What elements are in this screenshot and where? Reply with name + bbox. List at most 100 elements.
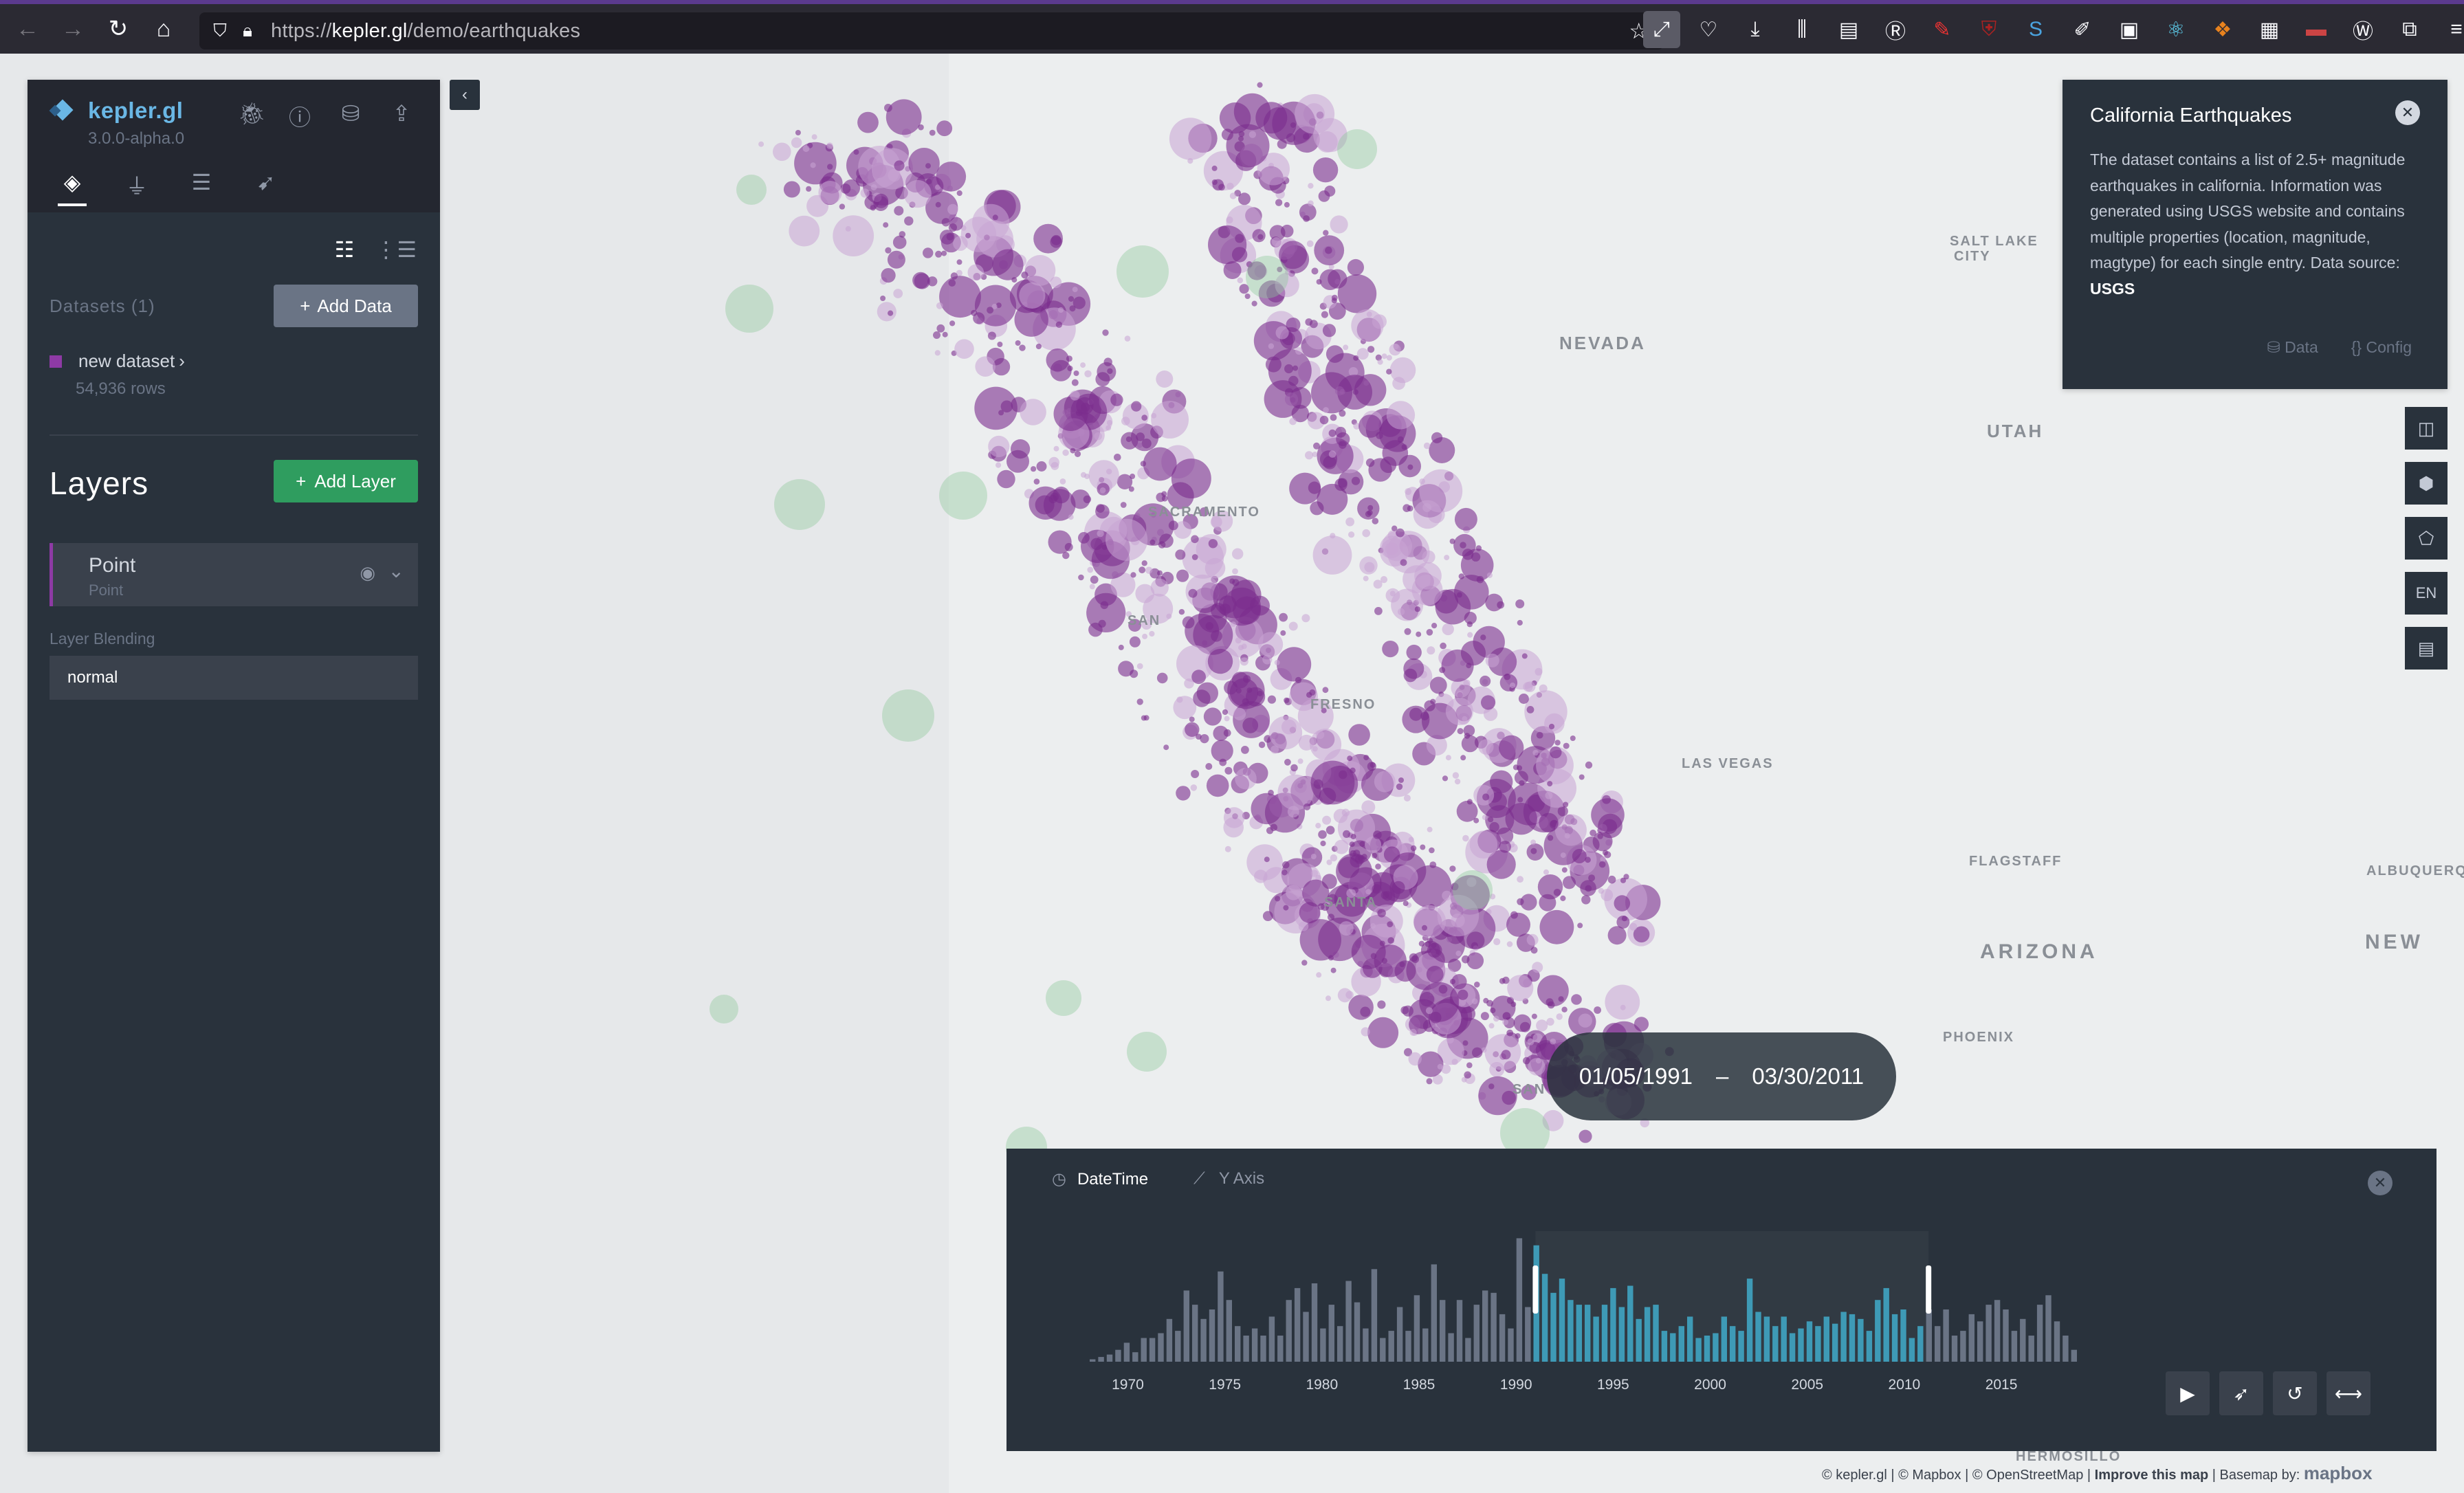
improve-map-link[interactable]: Improve this map [2095, 1468, 2209, 1483]
earthquake-point [1149, 630, 1155, 637]
time-histogram[interactable]: 1970 1975 1980 1985 1990 1995 2000 2005 2010 2015 [1089, 1217, 2079, 1396]
reader-icon[interactable]: ▤ [1830, 11, 1867, 48]
menu-icon[interactable]: ≡ [2438, 11, 2464, 48]
layer-name[interactable]: Point [89, 554, 135, 577]
extension-fox-icon[interactable]: ❖ [2204, 11, 2241, 48]
url-text[interactable]: https://kepler.gl/demo/earthquakes [271, 20, 580, 43]
close-icon[interactable]: ✕ [2368, 1171, 2392, 1195]
layer-blending-select[interactable]: normal [50, 656, 418, 700]
close-icon[interactable]: ✕ [2395, 100, 2420, 125]
extension-brush-icon[interactable]: ✐ [2064, 11, 2101, 48]
range-handle-end[interactable] [1926, 1265, 1932, 1314]
source-link[interactable]: USGS [2090, 280, 2135, 298]
earthquake-point [1420, 844, 1426, 850]
dataset-item[interactable]: new dataset › [50, 351, 185, 372]
download-icon[interactable]: ⤓ [1737, 11, 1774, 48]
config-tab[interactable]: {} Config [2351, 338, 2412, 357]
tab-map-style[interactable]: ➹ [252, 169, 280, 206]
earthquake-point [1351, 476, 1361, 485]
grouped-view-icon[interactable]: ⋮☰ [375, 236, 417, 263]
extensions-puzzle-icon[interactable]: ⧉ [2391, 11, 2428, 48]
earthquake-point [1073, 371, 1079, 376]
earthquake-point [1286, 318, 1301, 332]
earthquake-point [1241, 643, 1247, 650]
histogram-bar [1132, 1352, 1138, 1362]
range-handle-start[interactable] [1532, 1265, 1539, 1314]
side-panel-header: kepler.gl 3.0.0-alpha.0 🐞︎ ⓘ ⛁ ⇪ ◈ ⏚ ☰ ➹ [28, 80, 440, 212]
earthquake-point [1453, 533, 1476, 557]
database-icon[interactable]: ⛁ [340, 100, 362, 132]
histogram-bar [1541, 1274, 1548, 1362]
add-data-button[interactable]: + Add Data [274, 285, 418, 327]
earthquake-point [1381, 353, 1387, 360]
earthquake-point [1536, 731, 1543, 739]
tab-layers[interactable]: ◈ [58, 169, 87, 206]
add-layer-button[interactable]: + Add Layer [274, 460, 418, 502]
extension-pen-icon[interactable]: ✎ [1924, 11, 1961, 48]
legend-button[interactable]: ▤ [2405, 627, 2448, 670]
earthquake-point [1274, 659, 1280, 665]
earthquake-point [1463, 725, 1475, 737]
data-tab[interactable]: ⛁ Data [2267, 338, 2318, 357]
chevron-down-icon[interactable]: ⌄ [388, 560, 404, 582]
extension-w-icon[interactable]: Ⓦ [2344, 11, 2382, 48]
tab-filters[interactable]: ⏚ [122, 169, 151, 206]
earthquake-point [1409, 1028, 1417, 1036]
extension-ublock-icon[interactable]: ⛨ [1970, 11, 2008, 48]
reset-button[interactable]: ↺ [2273, 1371, 2317, 1415]
earthquake-point [1251, 300, 1257, 307]
library-icon[interactable]: ⫼ [1783, 11, 1820, 48]
draw-polygon-button[interactable]: ⬠ [2405, 517, 2448, 560]
eye-icon[interactable]: ◉ [360, 562, 375, 584]
home-icon[interactable]: ⌂ [146, 11, 182, 47]
extension-s-icon[interactable]: S [2017, 11, 2054, 48]
shield-icon[interactable]: ⛉ [206, 17, 234, 45]
earthquake-point [1374, 607, 1383, 615]
earthquake-point [1323, 230, 1329, 236]
y-axis-selector[interactable]: ⟋ Y Axis [1194, 1169, 1264, 1188]
datetime-field-selector[interactable]: ◷ DateTime [1052, 1169, 1148, 1189]
split-map-button[interactable]: ◫ [2405, 407, 2448, 450]
histogram-bar [1763, 1316, 1770, 1362]
histogram-bar [1090, 1359, 1096, 1362]
histogram-bar [1840, 1312, 1847, 1362]
earthquake-point [1295, 93, 1335, 134]
window-button[interactable]: ⟷ [2326, 1371, 2370, 1415]
info-icon[interactable]: ⓘ [289, 100, 311, 132]
reload-icon[interactable]: ↻ [100, 11, 136, 47]
extension-box-icon[interactable]: ▦ [2251, 11, 2288, 48]
earthquake-point [1629, 922, 1638, 931]
earthquake-point [877, 302, 896, 322]
play-button[interactable]: ▶ [2166, 1371, 2210, 1415]
back-icon[interactable]: ← [10, 11, 45, 47]
earthquake-point [1142, 633, 1148, 639]
earthquake-point [1488, 1023, 1495, 1029]
forward-icon[interactable]: → [55, 11, 91, 47]
address-bar[interactable]: ⛉ 🔒︎ https://kepler.gl/demo/earthquakes … [199, 12, 1664, 49]
earthquake-point [1517, 797, 1524, 803]
earthquake-point [1410, 845, 1417, 852]
collapse-panel-button[interactable]: ‹ [450, 80, 480, 110]
share-icon[interactable]: ⇪ [390, 100, 412, 132]
earthquake-point [1068, 296, 1075, 302]
bug-icon[interactable]: 🐞︎ [238, 100, 266, 132]
earthquake-point [1282, 870, 1288, 876]
locale-button[interactable]: EN [2405, 572, 2448, 615]
map-label: SANTA [1324, 895, 1378, 910]
add-data-label: Add Data [317, 295, 392, 316]
histogram-bar [1891, 1314, 1898, 1362]
pocket-icon[interactable]: ♡ [1690, 11, 1727, 48]
lock-icon[interactable]: 🔒︎ [234, 17, 261, 45]
extension-red-icon[interactable]: ▬ [2298, 11, 2335, 48]
3d-map-button[interactable]: ⬢ [2405, 462, 2448, 505]
tab-interactions[interactable]: ☰ [187, 169, 216, 206]
extension-screen-icon[interactable]: ▣ [2111, 11, 2148, 48]
map-label: NEVADA [1559, 333, 1646, 353]
histogram-bar [1781, 1316, 1787, 1362]
list-view-icon[interactable]: ☷ [335, 236, 355, 263]
extension-react-icon[interactable]: ⚛ [2157, 11, 2194, 48]
speed-button[interactable]: ➶ [2219, 1371, 2263, 1415]
extension-r-icon[interactable]: Ⓡ [1877, 11, 1914, 48]
fullscreen-icon[interactable]: ⤢ [1643, 11, 1680, 48]
layer-item-point[interactable]: Point Point ◉ ⌄ [50, 543, 418, 606]
